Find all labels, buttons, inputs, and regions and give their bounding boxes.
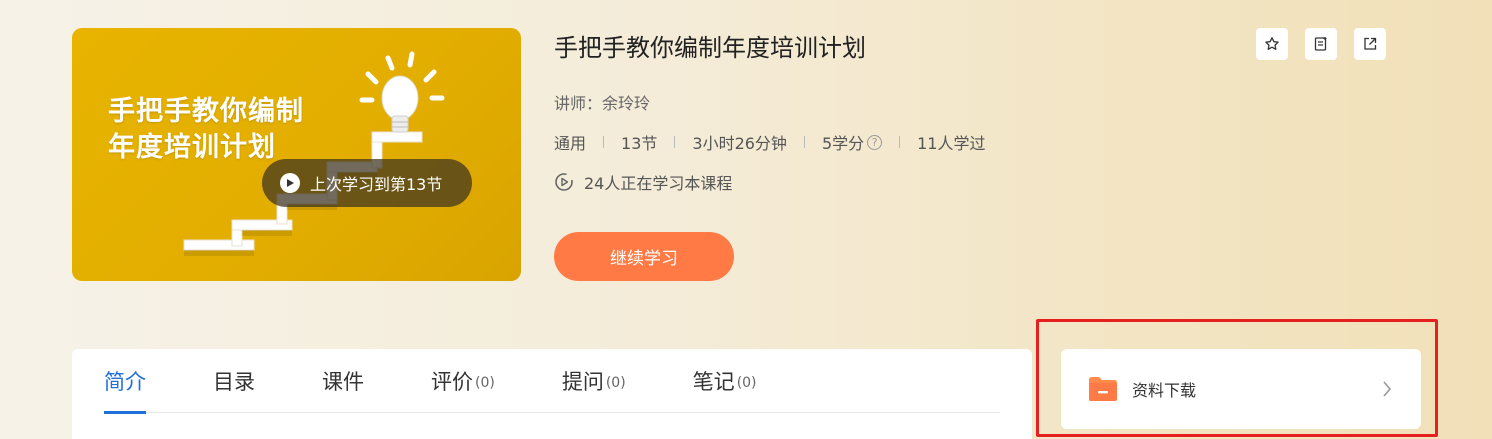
course-title: 手把手教你编制年度培训计划 [554,34,866,62]
course-cover[interactable]: 手把手教你编制 年度培训计划 上次学习到第13节 [72,28,521,281]
resume-label: 上次学习到第13节 [310,175,443,194]
play-icon [280,173,300,193]
meta-lessons: 13节 [621,134,658,153]
meta-divider [674,136,676,148]
resume-learning-button[interactable]: 上次学习到第13节 [262,159,472,207]
tab-catalog[interactable]: 目录 [213,349,255,413]
tab-count: (0) [736,375,757,391]
meta-duration: 3小时26分钟 [692,134,787,153]
tab-count: (0) [605,375,626,391]
tab-label: 评价 [431,370,473,394]
course-meta: 通用 13节 3小时26分钟 5学分 ? 11人学过 [554,130,986,154]
tab-count: (0) [475,375,495,391]
tab-intro[interactable]: 简介 [104,349,146,414]
note-button[interactable] [1305,28,1337,60]
tab-questions[interactable]: 提问 (0) [562,349,626,413]
share-button[interactable] [1354,28,1386,60]
meta-divider [899,136,901,148]
star-icon [1265,37,1279,50]
learning-now: 24人正在学习本课程 [554,170,732,194]
tab-label: 笔记 [692,370,735,394]
tab-label: 课件 [322,370,364,394]
tab-label: 简介 [104,370,146,394]
teacher-name: 讲师：余玲玲 [554,94,651,113]
cover-title: 手把手教你编制 年度培训计划 [108,96,304,163]
tab-notes[interactable]: 笔记 (0) [693,349,757,413]
top-actions [1256,28,1403,60]
course-info: 手把手教你编制年度培训计划 讲师：余玲玲 通用 13节 3小时26分钟 5学分 … [554,28,986,193]
meta-category: 通用 [554,134,587,153]
tab-label: 提问 [561,370,604,394]
lightbulb-icon [381,75,419,133]
share-icon [1364,37,1377,50]
tab-label: 目录 [213,370,255,394]
learning-now-text: 24人正在学习本课程 [584,174,733,193]
continue-learning-button[interactable]: 继续学习 [554,232,734,281]
meta-learners: 11人学过 [917,134,986,153]
tab-bar: 简介 目录 课件 评价 (0) 提问 (0) 笔记 (0) [104,349,1000,414]
favorite-button[interactable] [1256,28,1288,60]
highlight-box [1036,319,1438,437]
help-icon[interactable]: ? [867,134,883,150]
tab-courseware[interactable]: 课件 [322,349,364,413]
meta-divider [803,136,805,148]
content-card: 简介 目录 课件 评价 (0) 提问 (0) 笔记 (0) [72,349,1032,439]
tab-reviews[interactable]: 评价 (0) [431,349,495,413]
meta-credits: 5学分 [821,134,865,153]
note-icon [1314,37,1327,51]
meta-divider [603,136,605,148]
learning-icon [555,173,573,191]
